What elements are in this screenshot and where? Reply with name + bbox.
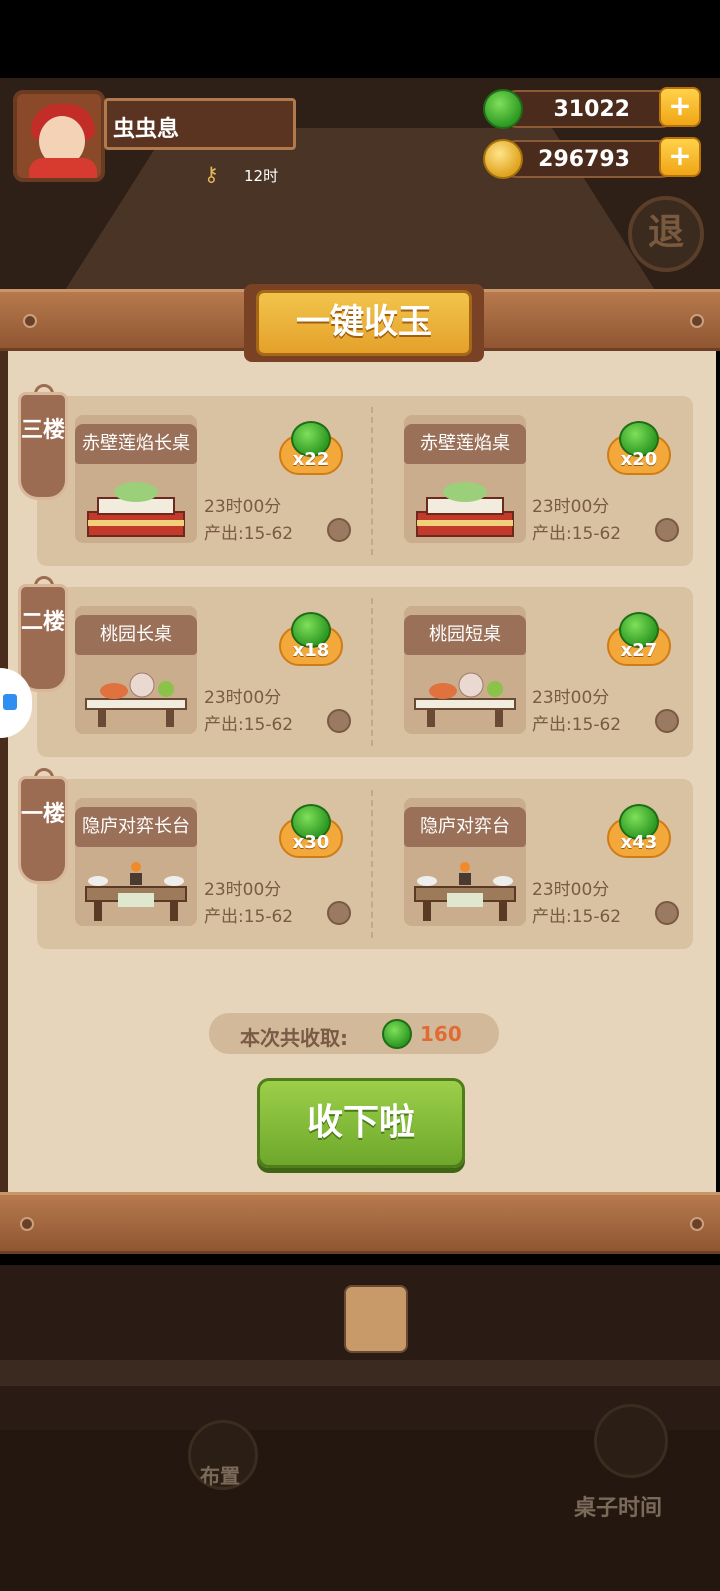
- table-duration: 23时00分: [532, 880, 610, 900]
- total-label: 本次共收取:: [240, 1026, 348, 1050]
- output-coin-icon: [327, 901, 351, 925]
- peach-garden-short-table-art: [414, 672, 516, 727]
- table-output: 产出:15-62: [204, 715, 294, 735]
- player-avatar[interactable]: [13, 90, 105, 182]
- key-icon: ⚷: [204, 162, 219, 186]
- jade-yield-badge: x18: [279, 612, 343, 674]
- table-duration: 23时00分: [204, 497, 282, 517]
- jade-icon: [483, 89, 523, 129]
- total-value: 160: [420, 1022, 462, 1046]
- table-output: 产出:15-62: [532, 907, 622, 927]
- exit-button[interactable]: 退: [628, 196, 704, 272]
- coin-icon: [483, 139, 523, 179]
- output-coin-icon: [655, 518, 679, 542]
- table-name: 隐庐对弈长台: [75, 807, 197, 847]
- time-remaining: 12时: [244, 167, 279, 185]
- table-name: 赤壁莲焰桌: [404, 424, 526, 464]
- add-jade-button[interactable]: +: [659, 87, 701, 127]
- chat-icon: [3, 694, 17, 710]
- floor-divider: [371, 790, 373, 938]
- output-coin-icon: [655, 709, 679, 733]
- output-coin-icon: [327, 709, 351, 733]
- floor-divider: [371, 407, 373, 555]
- table-duration: 23时00分: [532, 688, 610, 708]
- floor-label-1: 一楼: [18, 776, 68, 884]
- jade-yield-badge: x30: [279, 804, 343, 866]
- table-name: 隐庐对弈台: [404, 807, 526, 847]
- floor-label-2: 二楼: [18, 584, 68, 692]
- add-coins-button[interactable]: +: [659, 137, 701, 177]
- shop-counter: [0, 1360, 720, 1386]
- lotus-long-table-art: [87, 482, 185, 537]
- jade-yield-badge: x20: [607, 421, 671, 483]
- output-coin-icon: [327, 518, 351, 542]
- player-name: 虫虫息: [104, 98, 296, 150]
- table-name: 桃园短桌: [404, 615, 526, 655]
- go-long-table-art: [85, 862, 187, 921]
- collect-button[interactable]: 收下啦: [257, 1078, 465, 1168]
- jade-yield-badge: x22: [279, 421, 343, 483]
- lotus-table-art: [416, 482, 514, 537]
- table-output: 产出:15-62: [204, 524, 294, 544]
- output-coin-icon: [655, 901, 679, 925]
- panel-edge: [0, 318, 8, 1223]
- panel-title: 一键收玉: [256, 290, 472, 356]
- brush-holder-decoration: [344, 1285, 408, 1353]
- layout-label: 布置: [200, 1464, 240, 1488]
- table-duration: 23时00分: [204, 688, 282, 708]
- peach-garden-long-table-art: [85, 672, 187, 727]
- table-duration: 23时00分: [532, 497, 610, 517]
- panel-bottom-plank: [0, 1192, 720, 1254]
- floor-label-3: 三楼: [18, 392, 68, 500]
- table-name: 赤壁莲焰长桌: [75, 424, 197, 464]
- jade-yield-badge: x27: [607, 612, 671, 674]
- table-output: 产出:15-62: [204, 907, 294, 927]
- clock-icon[interactable]: [594, 1404, 668, 1478]
- floor-divider: [371, 598, 373, 746]
- go-table-art: [414, 862, 516, 921]
- coin-balance: 296793: [498, 140, 680, 178]
- jade-icon: [382, 1019, 412, 1049]
- jade-balance: 31022: [498, 90, 680, 128]
- jade-yield-badge: x43: [607, 804, 671, 866]
- table-name: 桃园长桌: [75, 615, 197, 655]
- table-duration: 23时00分: [204, 880, 282, 900]
- table-output: 产出:15-62: [532, 524, 622, 544]
- table-output: 产出:15-62: [532, 715, 622, 735]
- table-time-label: 桌子时间: [574, 1496, 663, 1521]
